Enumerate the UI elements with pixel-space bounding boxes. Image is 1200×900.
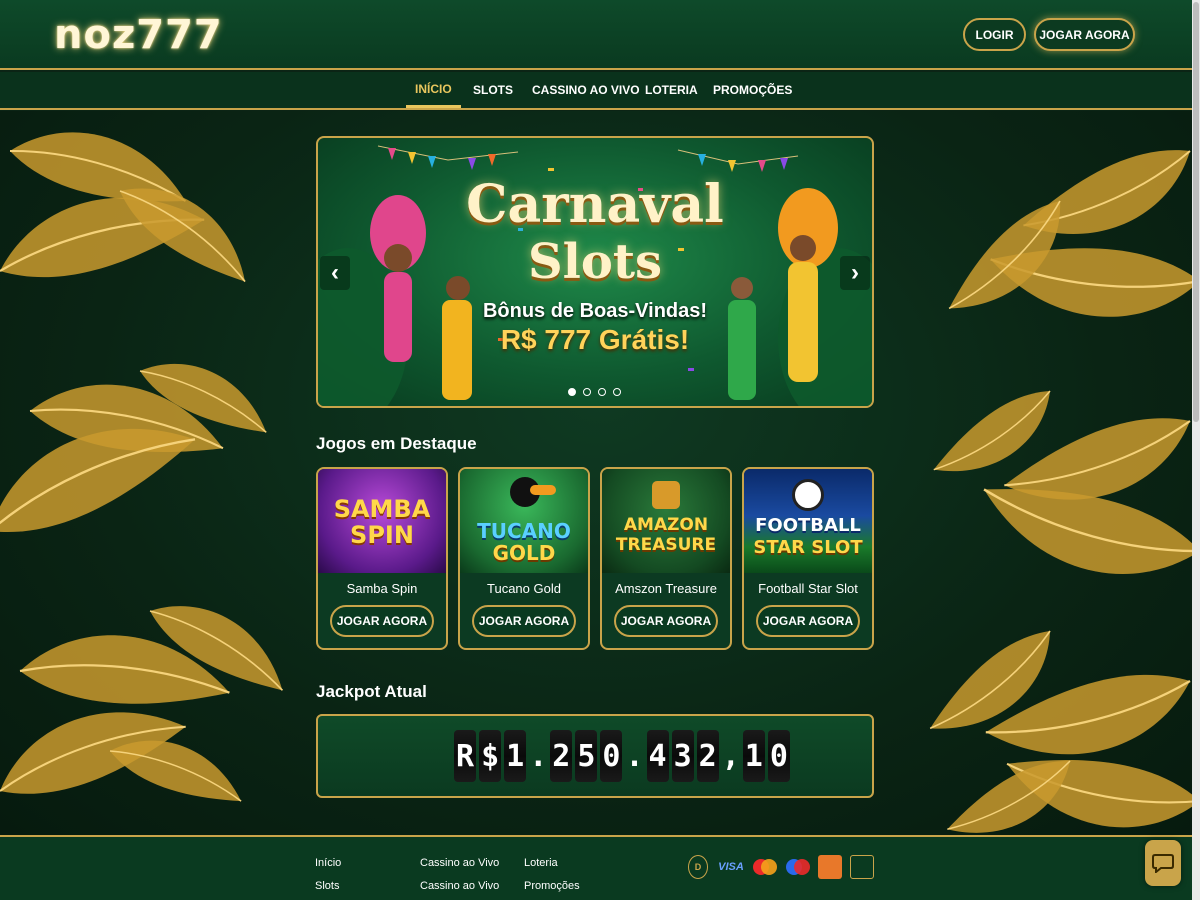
nav-item-promocoes[interactable]: PROMOÇÕES bbox=[713, 72, 792, 108]
chat-bubble-icon[interactable] bbox=[1145, 840, 1181, 886]
game-thumbnail-subtitle: STAR SLOT bbox=[753, 537, 863, 558]
jackpot-digit: 4 bbox=[646, 730, 669, 782]
game-thumbnail-title: TUCANO bbox=[477, 519, 571, 543]
toucan-beak-icon bbox=[530, 485, 556, 495]
game-card-tucano-gold[interactable]: TUCANO GOLD Tucano Gold JOGAR AGORA bbox=[458, 467, 590, 650]
banner-subtitle: Bônus de Boas-Vindas! bbox=[482, 300, 708, 322]
game-thumbnail[interactable]: TUCANO GOLD bbox=[460, 469, 588, 573]
jackpot-panel: R $1. 2 5 0. 4 3 2, 1 0 bbox=[316, 714, 874, 798]
play-now-button[interactable]: JOGAR AGORA bbox=[1034, 18, 1135, 51]
nav-item-slots[interactable]: SLOTS bbox=[473, 72, 513, 108]
jackpot-digit: 3 bbox=[671, 730, 694, 782]
chevron-left-icon[interactable]: ‹ bbox=[320, 256, 350, 290]
footer-link-slots[interactable]: Slots bbox=[315, 880, 339, 892]
nav-item-loteria[interactable]: LOTERIA bbox=[645, 72, 698, 108]
play-game-button[interactable]: JOGAR AGORA bbox=[756, 605, 860, 637]
footer-link-cassino-ao-vivo-2[interactable]: Cassino ao Vivo bbox=[420, 880, 499, 892]
game-thumbnail-subtitle: TREASURE bbox=[615, 535, 717, 555]
play-game-button[interactable]: JOGAR AGORA bbox=[614, 605, 718, 637]
play-game-button[interactable]: JOGAR AGORA bbox=[330, 605, 434, 637]
game-thumbnail-subtitle: GOLD bbox=[492, 541, 556, 565]
play-game-button[interactable]: JOGAR AGORA bbox=[472, 605, 576, 637]
site-footer: Início Slots Cassino ao Vivo Cassino ao … bbox=[0, 835, 1200, 900]
jackpot-digit: $ bbox=[479, 730, 502, 782]
banner-title-line1: Carnaval bbox=[466, 174, 724, 235]
jackpot-digit: 1 bbox=[742, 730, 765, 782]
mastercard-icon bbox=[752, 855, 778, 879]
game-thumbnail-title: FOOTBALL bbox=[755, 515, 861, 536]
featured-games-title: Jogos em Destaque bbox=[316, 434, 477, 453]
gold-leaves-left bbox=[0, 132, 284, 802]
carousel-dot[interactable] bbox=[583, 388, 591, 396]
carousel-dot[interactable] bbox=[598, 388, 606, 396]
footer-link-cassino-ao-vivo[interactable]: Cassino ao Vivo bbox=[420, 857, 499, 869]
jackpot-digit: 0 bbox=[767, 730, 790, 782]
game-card-football-star-slot[interactable]: FOOTBALL STAR SLOT Football Star Slot JO… bbox=[742, 467, 874, 650]
visa-icon: VISA bbox=[718, 861, 744, 873]
treasure-mask-icon bbox=[652, 481, 680, 509]
footer-link-loteria[interactable]: Loteria bbox=[524, 857, 558, 869]
banner-title-line2: Slots bbox=[527, 234, 663, 290]
site-header: noz777 LOGIR JOGAR AGORA bbox=[0, 0, 1200, 70]
footer-link-promocoes[interactable]: Promoções bbox=[524, 880, 580, 892]
game-name: Samba Spin bbox=[346, 581, 418, 596]
game-thumbnail-title: AMAZON bbox=[623, 515, 709, 535]
football-icon bbox=[792, 479, 824, 511]
chevron-right-icon[interactable]: › bbox=[840, 256, 870, 290]
skrill-icon bbox=[818, 855, 842, 879]
scrollbar-thumb[interactable] bbox=[1193, 2, 1199, 422]
gold-leaves-right bbox=[929, 150, 1200, 833]
nav-item-cassino-ao-vivo[interactable]: CASSINO AO VIVO bbox=[532, 72, 640, 108]
carousel-dot[interactable] bbox=[568, 388, 576, 396]
jackpot-digit: . bbox=[625, 738, 644, 774]
banner-offer: R$ 777 Grátis! bbox=[500, 324, 690, 355]
jackpot-digit: 0 bbox=[600, 730, 623, 782]
main-nav: INÍCIO SLOTS CASSINO AO VIVO LOTERIA PRO… bbox=[0, 72, 1200, 110]
jackpot-digit: , bbox=[721, 738, 740, 774]
footer-link-inicio[interactable]: Início bbox=[315, 857, 341, 869]
game-name: Football Star Slot bbox=[758, 581, 858, 596]
game-thumbnail[interactable]: SAMBA SPIN bbox=[318, 469, 446, 573]
jackpot-digit: 1 bbox=[504, 730, 527, 782]
game-thumbnail[interactable]: AMAZON TREASURE bbox=[602, 469, 730, 573]
jackpot-digit: . bbox=[529, 738, 548, 774]
diners-icon: D bbox=[688, 855, 708, 879]
promo-banner[interactable]: Carnaval Slots Bônus de Boas-Vindas! R$ … bbox=[316, 136, 874, 408]
nav-item-inicio[interactable]: INÍCIO bbox=[406, 72, 461, 108]
jackpot-counter: R $1. 2 5 0. 4 3 2, 1 0 bbox=[454, 730, 790, 782]
game-thumbnail-subtitle: SPIN bbox=[350, 521, 414, 549]
game-name: Amszon Treasure bbox=[615, 581, 717, 596]
carousel-dot[interactable] bbox=[613, 388, 621, 396]
maestro-icon bbox=[785, 855, 811, 879]
game-thumbnail-title: SAMBA bbox=[333, 495, 431, 523]
carousel-dots bbox=[568, 388, 621, 396]
jackpot-digit: 5 bbox=[575, 730, 598, 782]
game-thumbnail[interactable]: FOOTBALL STAR SLOT bbox=[744, 469, 872, 573]
login-button[interactable]: LOGIR bbox=[963, 18, 1026, 51]
jackpot-digit: 2 bbox=[550, 730, 573, 782]
game-name: Tucano Gold bbox=[487, 581, 561, 596]
jackpot-digit: R bbox=[454, 730, 477, 782]
site-logo[interactable]: noz777 bbox=[54, 12, 223, 58]
jackpot-title: Jackpot Atual bbox=[316, 682, 427, 701]
jackpot-digit: 2 bbox=[696, 730, 719, 782]
game-card-samba-spin[interactable]: SAMBA SPIN Samba Spin JOGAR AGORA bbox=[316, 467, 448, 650]
game-card-amazon-treasure[interactable]: AMAZON TREASURE Amszon Treasure JOGAR AG… bbox=[600, 467, 732, 650]
paysafe-icon bbox=[850, 855, 874, 879]
